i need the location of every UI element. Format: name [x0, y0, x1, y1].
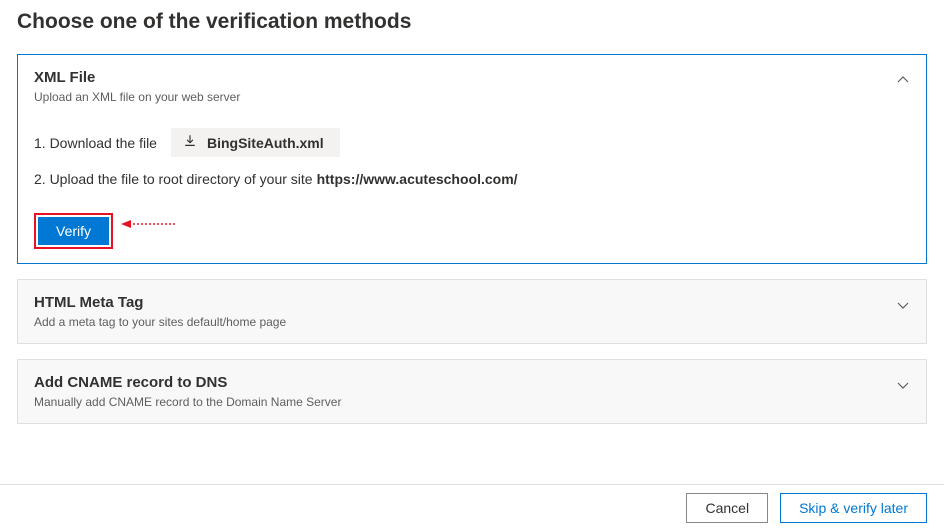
- step-upload-label: 2. Upload the file to root directory of …: [34, 171, 313, 187]
- method-body-xml: 1. Download the file BingSiteAuth.xml 2.…: [34, 128, 910, 249]
- method-panel-cname: Add CNAME record to DNS Manually add CNA…: [17, 359, 927, 424]
- download-file-button[interactable]: BingSiteAuth.xml: [171, 128, 340, 157]
- method-header-text-meta: HTML Meta Tag Add a meta tag to your sit…: [34, 294, 896, 329]
- method-title-meta: HTML Meta Tag: [34, 294, 896, 311]
- method-panel-meta: HTML Meta Tag Add a meta tag to your sit…: [17, 279, 927, 344]
- method-subtitle-xml: Upload an XML file on your web server: [34, 90, 896, 104]
- method-title-cname: Add CNAME record to DNS: [34, 374, 896, 391]
- chevron-up-icon: [896, 73, 910, 90]
- method-subtitle-cname: Manually add CNAME record to the Domain …: [34, 395, 896, 409]
- download-icon: [183, 134, 207, 151]
- chevron-down-icon: [896, 298, 910, 315]
- skip-verify-later-button[interactable]: Skip & verify later: [780, 493, 927, 523]
- method-header-text-xml: XML File Upload an XML file on your web …: [34, 69, 896, 104]
- method-panel-xml: XML File Upload an XML file on your web …: [17, 54, 927, 264]
- footer: Cancel Skip & verify later: [0, 484, 944, 531]
- step-upload-url: https://www.acuteschool.com/: [317, 171, 518, 187]
- step-download: 1. Download the file BingSiteAuth.xml: [34, 128, 910, 157]
- verify-button[interactable]: Verify: [38, 217, 109, 245]
- verify-highlight: Verify: [34, 213, 113, 249]
- method-header-meta[interactable]: HTML Meta Tag Add a meta tag to your sit…: [34, 294, 910, 329]
- step-upload: 2. Upload the file to root directory of …: [34, 171, 910, 187]
- page-title: Choose one of the verification methods: [17, 10, 927, 34]
- method-header-xml[interactable]: XML File Upload an XML file on your web …: [34, 69, 910, 104]
- method-subtitle-meta: Add a meta tag to your sites default/hom…: [34, 315, 896, 329]
- cancel-button[interactable]: Cancel: [686, 493, 768, 523]
- method-header-cname[interactable]: Add CNAME record to DNS Manually add CNA…: [34, 374, 910, 409]
- method-title-xml: XML File: [34, 69, 896, 86]
- method-header-text-cname: Add CNAME record to DNS Manually add CNA…: [34, 374, 896, 409]
- download-file-name: BingSiteAuth.xml: [207, 135, 324, 151]
- annotation-arrow-icon: [121, 217, 176, 234]
- step-download-label: 1. Download the file: [34, 135, 157, 151]
- chevron-down-icon: [896, 378, 910, 395]
